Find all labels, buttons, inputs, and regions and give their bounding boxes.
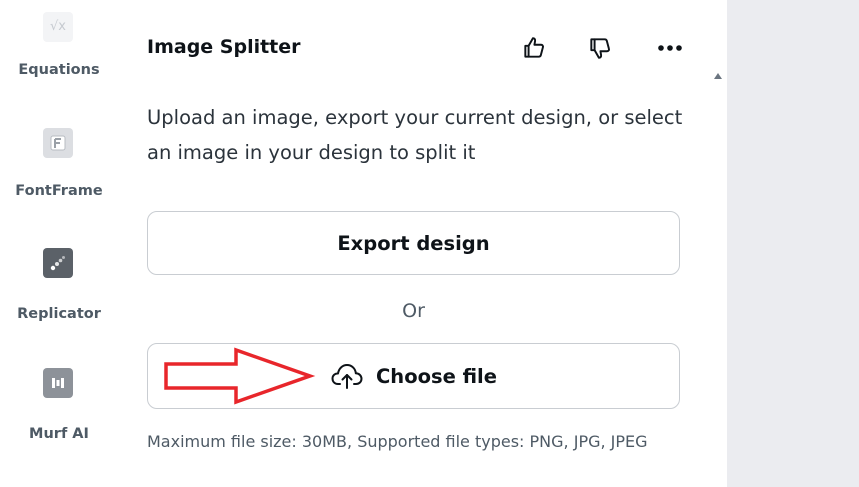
design-canvas-area [727, 0, 859, 487]
export-design-label: Export design [337, 231, 490, 255]
rail-item-equations[interactable]: √x Equations [0, 0, 118, 90]
scroll-up-arrow[interactable] [714, 73, 722, 79]
rail-item-label: Replicator [17, 306, 101, 322]
export-design-button[interactable]: Export design [147, 211, 680, 275]
replicator-icon [43, 248, 73, 278]
app-root: √x Equations FontFrame Replicator Murf A… [0, 0, 859, 487]
file-requirements-note: Maximum file size: 30MB, Supported file … [147, 432, 648, 451]
murf-ai-icon [43, 368, 73, 398]
like-button[interactable] [518, 32, 550, 64]
rail-item-murf-ai[interactable]: Murf AI [0, 368, 118, 458]
fontframe-icon [43, 128, 73, 158]
image-splitter-panel: Image Splitter Upload an image, export y… [118, 0, 708, 487]
equations-icon: √x [43, 12, 73, 42]
rail-item-label: Murf AI [29, 426, 89, 442]
more-icon [658, 45, 682, 51]
thumbs-down-icon [590, 38, 610, 59]
rail-item-label: FontFrame [15, 183, 103, 199]
apps-rail: √x Equations FontFrame Replicator Murf A… [0, 0, 118, 487]
cloud-upload-icon [331, 364, 363, 389]
rail-item-replicator[interactable]: Replicator [0, 244, 118, 334]
thumbs-up-icon [524, 37, 544, 58]
choose-file-label: Choose file [376, 364, 497, 388]
more-options-button[interactable] [654, 32, 686, 64]
panel-description: Upload an image, export your current des… [147, 106, 683, 164]
panel-title: Image Splitter [147, 36, 301, 58]
rail-item-label: Equations [18, 62, 100, 78]
rail-item-fontframe[interactable]: FontFrame [0, 120, 118, 210]
dislike-button[interactable] [584, 32, 616, 64]
choose-file-button[interactable]: Choose file [147, 343, 680, 409]
or-separator: Or [402, 300, 425, 322]
